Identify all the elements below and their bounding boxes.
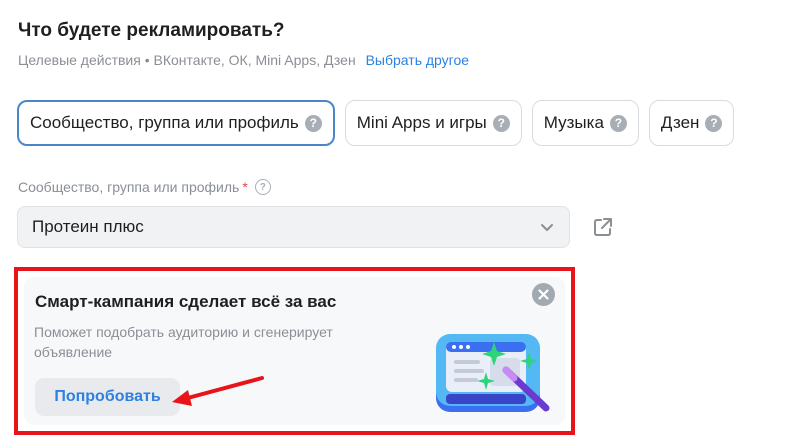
try-button[interactable]: Попробовать [35, 378, 180, 416]
help-icon[interactable]: ? [705, 114, 723, 132]
page-title: Что будете рекламировать? [18, 20, 285, 41]
chip-dzen[interactable]: Дзен ? [648, 100, 735, 146]
banner-title: Смарт-кампания сделает всё за вас [35, 292, 337, 311]
field-label: Сообщество, группа или профиль * ? [18, 179, 271, 195]
banner-text: Поможет подобрать аудиторию и сгенерируе… [34, 324, 333, 360]
subtitle: Целевые действия • ВКонтакте, ОК, Mini A… [18, 52, 469, 68]
help-circle-icon[interactable]: ? [254, 179, 271, 195]
chip-label: Музыка [543, 113, 604, 132]
chip-label: Дзен [660, 113, 700, 132]
field-label-text: Сообщество, группа или профиль [18, 179, 240, 195]
target-type-chips: Сообщество, группа или профиль ? Mini Ap… [17, 100, 735, 146]
help-icon[interactable]: ? [492, 114, 510, 132]
magic-wand-window-icon [436, 334, 550, 412]
chip-community[interactable]: Сообщество, группа или профиль ? [17, 100, 335, 146]
external-link-icon[interactable] [592, 216, 614, 238]
subtitle-text: Целевые действия • ВКонтакте, ОК, Mini A… [18, 52, 356, 68]
chip-music[interactable]: Музыка ? [531, 100, 639, 146]
chip-label: Mini Apps и игры [356, 113, 487, 132]
change-target-link[interactable]: Выбрать другое [366, 52, 469, 68]
pointer-arrow-icon [172, 376, 264, 406]
required-mark: * [242, 179, 248, 195]
chip-label: Сообщество, группа или профиль [30, 113, 299, 132]
select-value: Протеин плюс [32, 217, 144, 236]
help-icon[interactable]: ? [304, 114, 322, 132]
chip-mini-apps[interactable]: Mini Apps и игры ? [344, 100, 522, 146]
help-icon[interactable]: ? [609, 114, 627, 132]
close-icon[interactable] [532, 283, 555, 306]
community-select[interactable]: Протеин плюс [17, 206, 570, 248]
chevron-down-icon [541, 224, 553, 231]
